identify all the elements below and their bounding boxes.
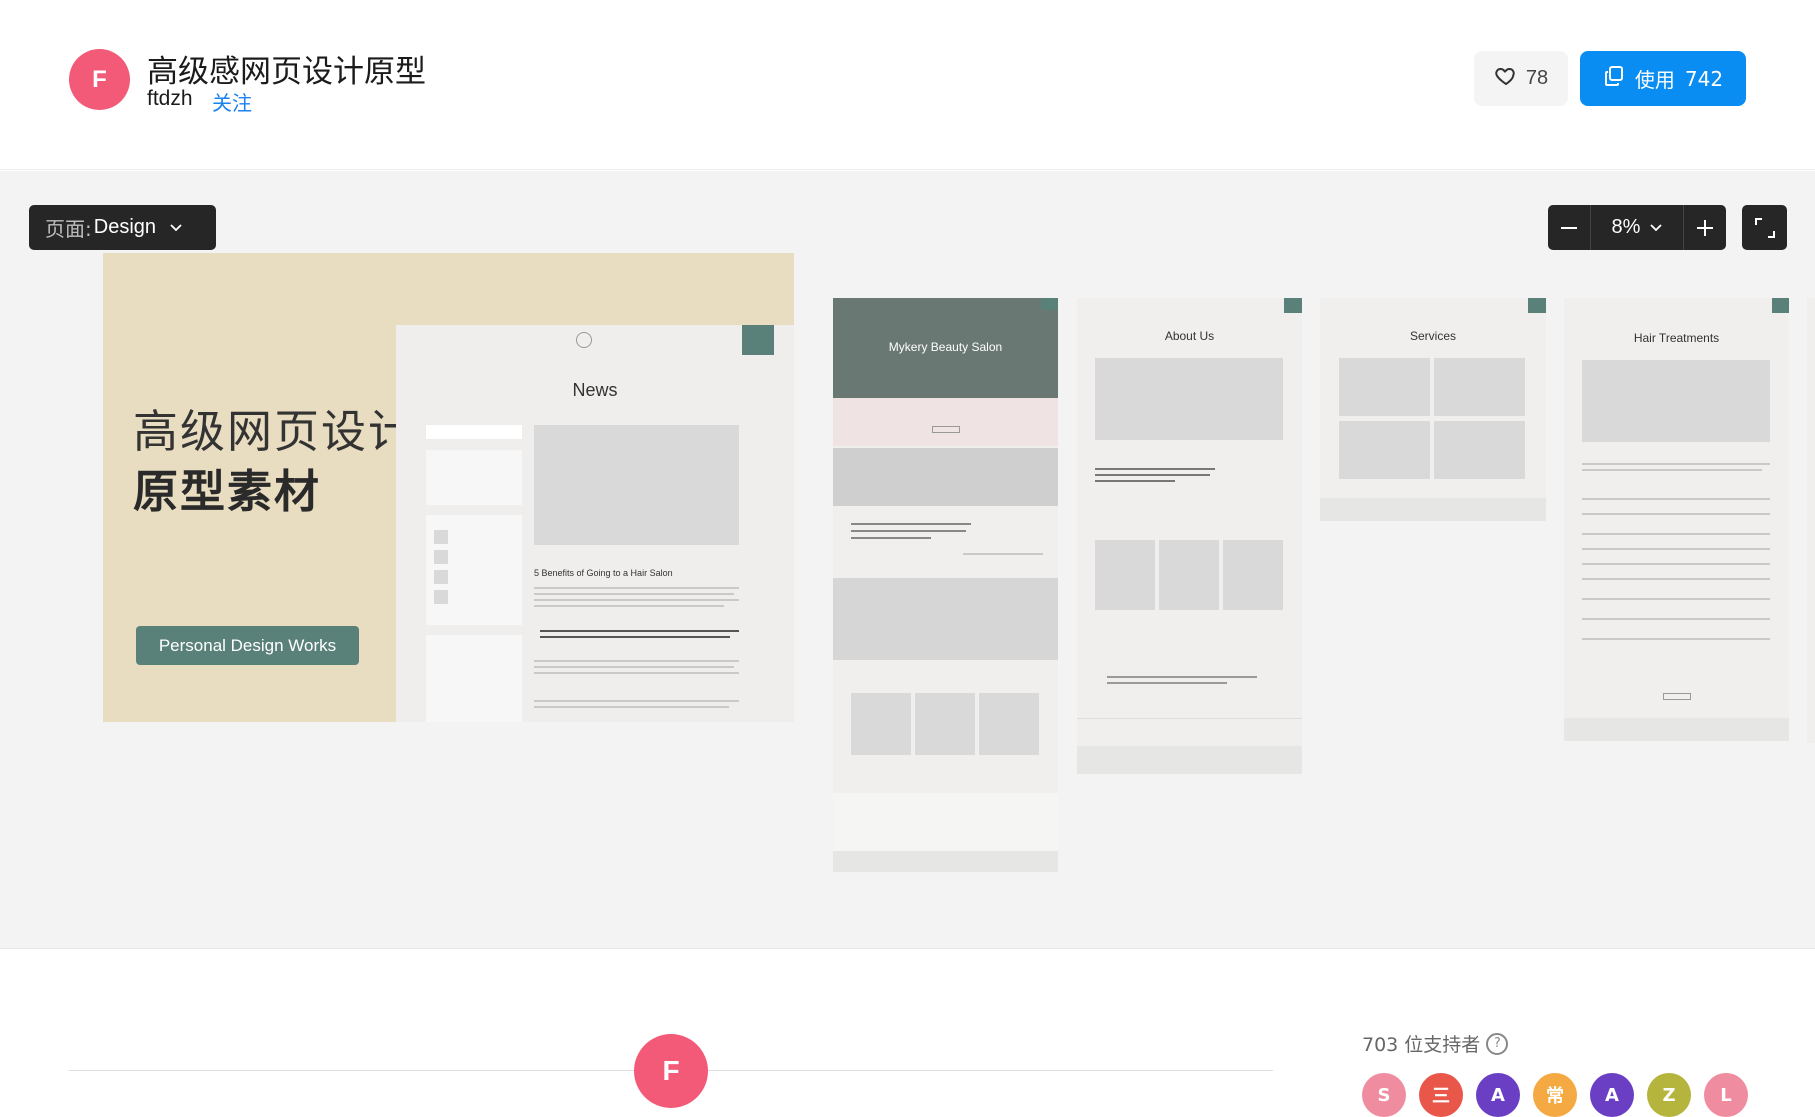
author-avatar[interactable]: F — [634, 1034, 708, 1108]
page-selector-prefix: 页面: — [45, 217, 92, 241]
supporter-avatar[interactable]: 三 — [1419, 1073, 1463, 1117]
follow-button[interactable]: 关注 — [212, 87, 252, 116]
page-selector-value: Design — [93, 216, 157, 238]
frame-about-title: About Us — [1164, 329, 1215, 343]
divider — [69, 1070, 634, 1071]
cover-title-line2: 原型素材 — [133, 465, 322, 518]
chevron-down-icon — [1650, 223, 1663, 232]
use-count: 742 — [1684, 66, 1724, 91]
news-page-preview: News 5 Benefits of Going to a Hair Salon — [396, 325, 794, 722]
supporter-avatar[interactable]: A — [1476, 1073, 1520, 1117]
zoom-control: 8% — [1548, 205, 1726, 250]
author-avatar[interactable]: F — [69, 49, 130, 110]
zoom-level: 8% — [1611, 216, 1641, 238]
author-name[interactable]: ftdzh — [147, 87, 193, 111]
hero-image-placeholder — [534, 425, 739, 545]
like-count: 78 — [1525, 67, 1549, 89]
supporter-avatar[interactable]: A — [1590, 1073, 1634, 1117]
page-title: 高级感网页设计原型 — [147, 54, 426, 90]
cover-frame[interactable]: 高级网页设计 原型素材 Personal Design Works News 5… — [103, 253, 794, 722]
fullscreen-button[interactable] — [1742, 205, 1787, 250]
copy-icon — [1603, 65, 1625, 92]
frame-home-title: Mykery Beauty Salon — [888, 340, 1003, 354]
footer-section: F 703 位支持者 ? S三A常AZL — [0, 950, 1815, 1117]
nav-cta-block — [742, 325, 774, 355]
divider — [708, 1070, 1273, 1071]
frame-home[interactable]: Mykery Beauty Salon — [833, 298, 1058, 872]
zoom-out-button[interactable] — [1548, 205, 1590, 250]
zoom-in-button[interactable] — [1684, 205, 1726, 250]
chevron-down-icon — [170, 223, 182, 232]
zoom-level-select[interactable]: 8% — [1590, 205, 1684, 250]
supporter-avatar[interactable]: Z — [1647, 1073, 1691, 1117]
frame-hair-treatments-title: Hair Treatments — [1633, 331, 1720, 345]
frame-next-partial — [1807, 298, 1815, 743]
cover-title-line1: 高级网页设计 — [133, 405, 416, 458]
logo-mark — [576, 332, 592, 348]
use-label: 使用 — [1634, 68, 1675, 92]
supporters-avatar-list: S三A常AZL — [1362, 1073, 1748, 1117]
frame-services-title: Services — [1409, 329, 1456, 343]
like-button[interactable]: 78 — [1474, 51, 1568, 106]
frame-about[interactable]: About Us — [1077, 298, 1302, 774]
supporters-label: 703 位支持者 — [1362, 1034, 1481, 1056]
article-title: 5 Benefits of Going to a Hair Salon — [534, 568, 673, 578]
supporter-avatar[interactable]: 常 — [1533, 1073, 1577, 1117]
use-template-button[interactable]: 使用 742 — [1580, 51, 1746, 106]
design-canvas[interactable]: 页面: Design 8% 高级网页设计 原型素材 Personal Desig… — [0, 171, 1815, 949]
cover-badge: Personal Design Works — [136, 626, 359, 665]
page-selector[interactable]: 页面: Design — [29, 205, 216, 250]
news-heading: News — [572, 380, 618, 400]
help-icon[interactable]: ? — [1486, 1032, 1509, 1055]
frame-services[interactable]: Services — [1320, 298, 1546, 521]
header-bar: F 高级感网页设计原型 ftdzh 关注 78 使用 742 — [0, 0, 1815, 170]
heart-icon — [1494, 64, 1518, 94]
expand-icon — [1754, 217, 1776, 239]
supporter-avatar[interactable]: L — [1704, 1073, 1748, 1117]
supporters-count: 703 位支持者 ? — [1362, 1030, 1509, 1057]
plus-icon — [1697, 219, 1713, 236]
minus-icon — [1561, 226, 1577, 229]
frame-hair-treatments[interactable]: Hair Treatments — [1564, 298, 1789, 741]
supporter-avatar[interactable]: S — [1362, 1073, 1406, 1117]
